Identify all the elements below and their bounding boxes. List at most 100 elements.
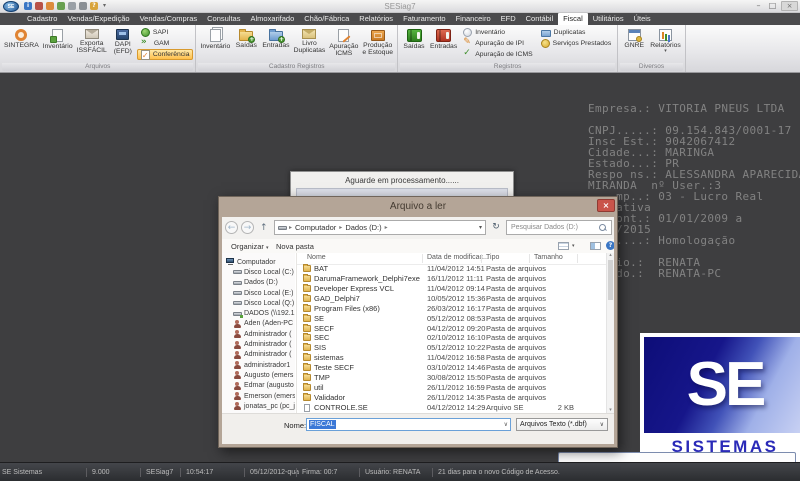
file-row-validador[interactable]: Validador26/11/2012 14:35Pasta de arquiv…: [297, 393, 606, 403]
file-row-program-files-x86[interactable]: Program Files (x86)26/03/2012 16:17Pasta…: [297, 304, 606, 314]
tab-almoxarifado[interactable]: Almoxarifado: [245, 13, 299, 25]
tab-consultas[interactable]: Consultas: [202, 13, 245, 25]
views-icon[interactable]: [558, 242, 569, 250]
nav-item-computador[interactable]: Computador: [222, 257, 295, 267]
qat-dropdown-icon[interactable]: ▾: [103, 2, 106, 10]
ribbon-button-saidas[interactable]: Saídas: [400, 26, 428, 63]
dialog-close-button[interactable]: ×: [597, 199, 615, 212]
file-row-bat[interactable]: BAT11/04/2012 14:51Pasta de arquivos: [297, 264, 606, 274]
tab-contabil[interactable]: Contábil: [521, 13, 559, 25]
notes-icon[interactable]: [35, 2, 43, 10]
organize-button[interactable]: Organizar ▾: [231, 242, 269, 252]
nav-item-augusto-emers[interactable]: Augusto (emers: [222, 370, 295, 380]
ribbon-button-inventario[interactable]: Inventário: [198, 26, 232, 63]
tab-financeiro[interactable]: Financeiro: [451, 13, 496, 25]
nav-item-dados-d[interactable]: Dados (D:): [222, 278, 295, 288]
nav-item-administrador1[interactable]: administrador1: [222, 360, 295, 370]
tab-utilitarios[interactable]: Utilitários: [588, 13, 629, 25]
printer-icon[interactable]: [68, 2, 76, 10]
nav-item-aden-aden-pc[interactable]: Aden (Aden-PC: [222, 319, 295, 329]
file-row-sistemas[interactable]: sistemas11/04/2012 16:58Pasta de arquivo…: [297, 353, 606, 363]
filename-input[interactable]: FISCAL ∨: [306, 418, 511, 431]
nav-item-edmar-augusto[interactable]: Edmar (augusto: [222, 381, 295, 391]
nav-item-disco-local-c[interactable]: Disco Local (C:): [222, 267, 295, 277]
search-box[interactable]: Pesquisar Dados (D:): [506, 220, 612, 235]
file-row-sec[interactable]: SEC02/10/2012 16:10Pasta de arquivos: [297, 333, 606, 343]
ribbon-button-servicos-prestados[interactable]: Serviços Prestados: [537, 38, 616, 49]
nav-item-disco-local-q[interactable]: Disco Local (Q:): [222, 298, 295, 308]
breadcrumb-item-computador[interactable]: Computador: [294, 223, 337, 232]
nav-item-disco-local-e[interactable]: Disco Local (E:): [222, 288, 295, 298]
back-button[interactable]: ←: [225, 221, 238, 234]
filetype-select[interactable]: Arquivos Texto (*.dbf) ∨: [516, 418, 608, 431]
nav-item-administrador[interactable]: Administrador (: [222, 339, 295, 349]
scroll-thumb[interactable]: [608, 260, 613, 300]
ribbon-button-inventario[interactable]: Inventário: [41, 26, 75, 63]
ribbon-button-entradas[interactable]: Entradas: [260, 26, 291, 63]
tab-faturamento[interactable]: Faturamento: [398, 13, 451, 25]
file-row-gad-delphi7[interactable]: GAD_Delphi710/05/2012 15:36Pasta de arqu…: [297, 294, 606, 304]
breadcrumb-dropdown-icon[interactable]: ▾: [479, 225, 482, 231]
tab-vendas-compras[interactable]: Vendas/Compras: [135, 13, 203, 25]
file-row-secf[interactable]: SECF04/12/2012 09:20Pasta de arquivos: [297, 324, 606, 334]
column-header-nome[interactable]: Nome: [307, 254, 326, 261]
forward-button[interactable]: →: [241, 221, 254, 234]
close-button[interactable]: ×: [781, 1, 798, 11]
file-row-util[interactable]: util26/11/2012 16:59Pasta de arquivos: [297, 383, 606, 393]
help-icon[interactable]: ?: [90, 2, 98, 10]
chart-icon[interactable]: [57, 2, 65, 10]
tools-icon[interactable]: [79, 2, 87, 10]
tab-relatorios[interactable]: Relatórios: [354, 13, 398, 25]
ribbon-button-duplicatas[interactable]: Duplicatas: [537, 27, 616, 38]
tab-fiscal[interactable]: Fiscal: [558, 13, 588, 25]
ribbon-button-gam[interactable]: GAM: [137, 38, 194, 49]
ribbon-button-apuracao-de-ipi[interactable]: Apuração de IPI: [459, 38, 536, 49]
nav-item-emerson-emers[interactable]: Emerson (emers: [222, 391, 295, 401]
ribbon-button-inventario[interactable]: Inventário: [459, 27, 536, 38]
file-row-developer-express-vcl[interactable]: Developer Express VCL11/04/2012 09:14Pas…: [297, 284, 606, 294]
preview-pane-icon[interactable]: [590, 242, 601, 250]
ribbon-button-saidas[interactable]: Saídas: [232, 26, 260, 63]
ribbon-button-entradas[interactable]: Entradas: [428, 26, 459, 63]
tab-efd[interactable]: EFD: [496, 13, 521, 25]
file-row-darumaframework-delphi7exe[interactable]: DarumaFramework_Delphi7exe16/11/2012 11:…: [297, 274, 606, 284]
chevron-down-icon[interactable]: ∨: [504, 422, 508, 428]
ribbon-button-relatorios[interactable]: Relatórios▾: [648, 26, 683, 63]
ribbon-button-livro-duplicatas[interactable]: Livro Duplicatas: [292, 26, 328, 63]
new-folder-button[interactable]: Nova pasta: [276, 242, 314, 251]
column-header-data-de-modificac[interactable]: Data de modificaç...: [427, 254, 489, 261]
app-menu-button[interactable]: SE: [3, 1, 19, 12]
ribbon-button-gnre[interactable]: GNRE: [620, 26, 648, 63]
column-header-tamanho[interactable]: Tamanho: [534, 254, 563, 261]
tab-chao-fabrica[interactable]: Chão/Fábrica: [299, 13, 354, 25]
file-row-se[interactable]: SE05/12/2012 08:53Pasta de arquivos: [297, 314, 606, 324]
file-row-sis[interactable]: SIS05/12/2012 10:22Pasta de arquivos: [297, 343, 606, 353]
info-icon[interactable]: i: [24, 2, 32, 10]
scroll-up-icon[interactable]: ▴: [607, 253, 614, 258]
ribbon-button-producao-e-estoque[interactable]: Produção e Estoque: [360, 26, 395, 63]
nav-item-administrador[interactable]: Administrador (: [222, 329, 295, 339]
ribbon-button-dapi-efd[interactable]: DAPI (EFD): [109, 26, 137, 63]
refresh-button[interactable]: ↻: [489, 220, 503, 235]
file-list-scrollbar[interactable]: ▴ ▾: [606, 253, 614, 413]
ribbon-button-apuracao-de-icms[interactable]: Apuração de ICMS: [459, 49, 536, 60]
nav-item-dados-192-1[interactable]: DADOS (\\192.1: [222, 308, 295, 318]
tab-vendas-expedicao[interactable]: Vendas/Expedição: [62, 13, 134, 25]
ribbon-button-exporta-issfacil[interactable]: Exporta ISSFÁCIL: [75, 26, 109, 63]
file-row-tmp[interactable]: TMP30/08/2012 15:50Pasta de arquivos: [297, 373, 606, 383]
file-row-teste-secf[interactable]: Teste SECF03/10/2012 14:46Pasta de arqui…: [297, 363, 606, 373]
minimize-button[interactable]: –: [753, 1, 764, 11]
tab-uteis[interactable]: Úteis: [629, 13, 656, 25]
nav-item-administrador[interactable]: Administrador (: [222, 350, 295, 360]
ribbon-button-conferencia[interactable]: Conferência: [137, 49, 194, 60]
maximize-button[interactable]: □: [767, 1, 778, 11]
ribbon-button-sintegra[interactable]: SINTEGRA: [2, 26, 41, 63]
ribbon-button-apuracao-icms[interactable]: Apuração ICMS: [327, 26, 360, 63]
tab-cadastro[interactable]: Cadastro: [22, 13, 62, 25]
views-dropdown-icon[interactable]: ▾: [572, 243, 575, 250]
nav-item-jonatas-pc-pc-j[interactable]: jonatas_pc (pc_j: [222, 401, 295, 411]
breadcrumb-item-dados-d[interactable]: Dados (D:): [344, 223, 382, 232]
column-header-tipo[interactable]: Tipo: [486, 254, 499, 261]
file-row-controle-se[interactable]: CONTROLE.SE04/12/2012 14:29Arquivo SE2 K…: [297, 403, 606, 413]
help-icon[interactable]: ?: [606, 241, 614, 250]
